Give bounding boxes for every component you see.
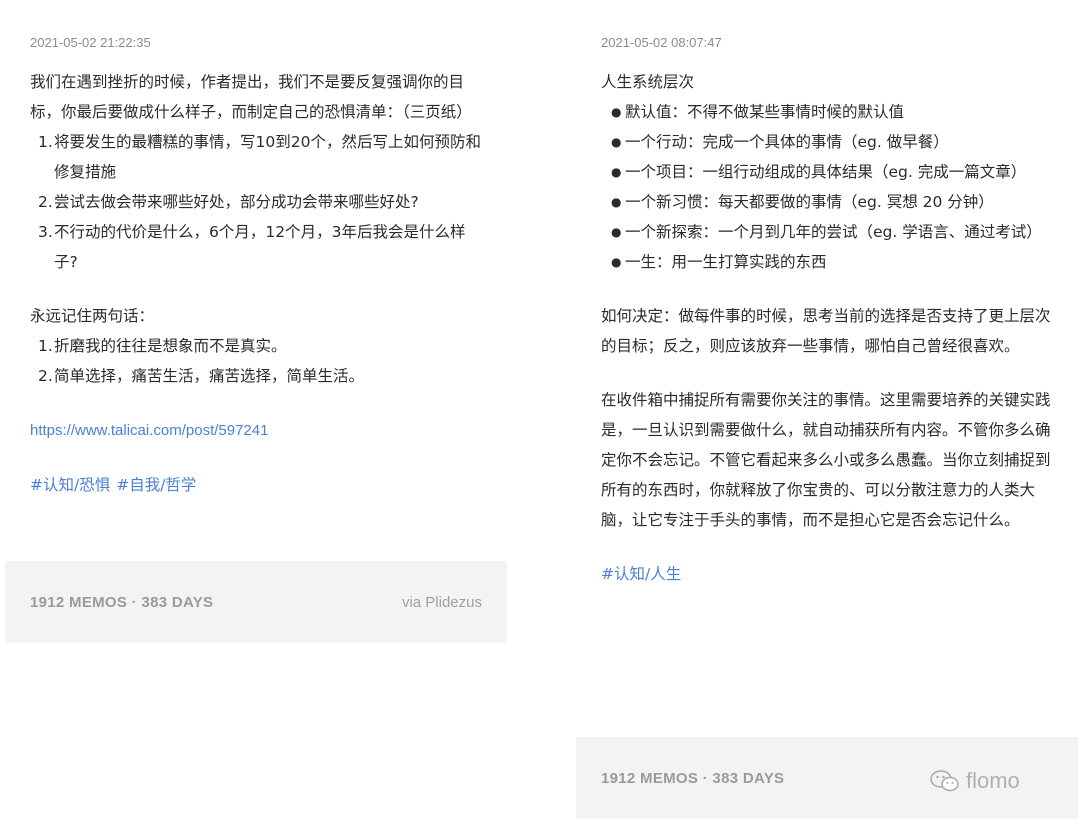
list-item: ● 一个项目：一组行动组成的具体结果（eg. 完成一篇文章） <box>601 157 1056 187</box>
wechat-icon <box>930 770 959 792</box>
bullet-icon: ● <box>611 135 622 149</box>
list-item: ● 一个行动：完成一个具体的事情（eg. 做早餐） <box>601 127 1056 157</box>
memo-paragraph: 在收件箱中捕捉所有需要你关注的事情。这里需要培养的关键实践是，一旦认识到需要做什… <box>601 391 1051 529</box>
memo-card-right: 2021-05-02 08:07:47 人生系统层次 ● 默认值：不得不做某些事情… <box>576 0 1078 589</box>
list-item: 3. 不行动的代价是什么，6个月，12个月，3年后我会是什么样子? <box>38 223 466 271</box>
memo-paragraph: 如何决定：做每件事的时候，思考当前的选择是否支持了更上层次的目标；反之，则应该放… <box>601 307 1051 355</box>
bullet-icon: ● <box>611 195 622 209</box>
memo-footer-left: 1912 MEMOS · 383 DAYS via Plidezus <box>5 561 507 643</box>
memo-stats: 1912 MEMOS · 383 DAYS <box>601 769 785 787</box>
list-item: ● 一个新探索：一个月到几年的尝试（eg. 学语言、通过考试） <box>601 217 1056 247</box>
tag-link[interactable]: #认知/人生 <box>601 565 681 583</box>
watermark-text: flomo <box>966 768 1020 793</box>
watermark: flomo <box>930 768 1020 794</box>
list-item: ● 一生：用一生打算实践的东西 <box>601 247 1056 277</box>
memo-intro: 我们在遇到挫折的时候，作者提出，我们不是要反复强调你的目标，你最后要做成什么样子… <box>30 73 472 121</box>
via-label: via Plidezus <box>401 593 482 611</box>
memo-timestamp: 2021-05-02 08:07:47 <box>601 35 722 50</box>
memo-heading: 人生系统层次 <box>601 73 695 91</box>
tag-link[interactable]: #自我/哲学 <box>116 476 196 494</box>
memo-link[interactable]: https://www.talicai.com/post/597241 <box>30 422 268 439</box>
bullet-icon: ● <box>611 255 622 269</box>
list-item: ● 默认值：不得不做某些事情时候的默认值 <box>601 97 1056 127</box>
list-item: 1. 折磨我的往往是想象而不是真实。 <box>38 337 287 355</box>
list-item: 1. 将要发生的最糟糕的事情，写10到20个，然后写上如何预防和修复措施 <box>38 133 481 181</box>
memo-stats: 1912 MEMOS · 383 DAYS <box>30 593 214 611</box>
numbered-list-sayings: 1. 折磨我的往往是想象而不是真实。 2. 简单选择，痛苦生活，痛苦选择，简单生活。 <box>30 331 485 391</box>
list-item: ● 一个新习惯：每天都要做的事情（eg. 冥想 20 分钟） <box>601 187 1056 217</box>
bullet-list-levels: ● 默认值：不得不做某些事情时候的默认值 ● 一个行动：完成一个具体的事情（eg. … <box>601 97 1056 277</box>
bullet-icon: ● <box>611 105 622 119</box>
memo-tags: #认知/恐惧 #自我/哲学 <box>30 470 485 500</box>
memo-remember-heading: 永远记住两句话： <box>30 307 155 325</box>
bullet-icon: ● <box>611 165 622 179</box>
memo-timestamp: 2021-05-02 21:22:35 <box>30 35 151 50</box>
bullet-icon: ● <box>611 225 622 239</box>
list-item: 2. 简单选择，痛苦生活，痛苦选择，简单生活。 <box>38 367 365 385</box>
tag-link[interactable]: #认知/恐惧 <box>30 476 110 494</box>
numbered-list-fears: 1. 将要发生的最糟糕的事情，写10到20个，然后写上如何预防和修复措施 2. 尝试… <box>30 127 485 277</box>
memo-tags: #认知/人生 <box>601 559 1056 589</box>
list-item: 2. 尝试去做会带来哪些好处，部分成功会带来哪些好处? <box>38 193 419 211</box>
memo-card-left: 2021-05-02 21:22:35 我们在遇到挫折的时候，作者提出，我们不是… <box>5 0 507 500</box>
